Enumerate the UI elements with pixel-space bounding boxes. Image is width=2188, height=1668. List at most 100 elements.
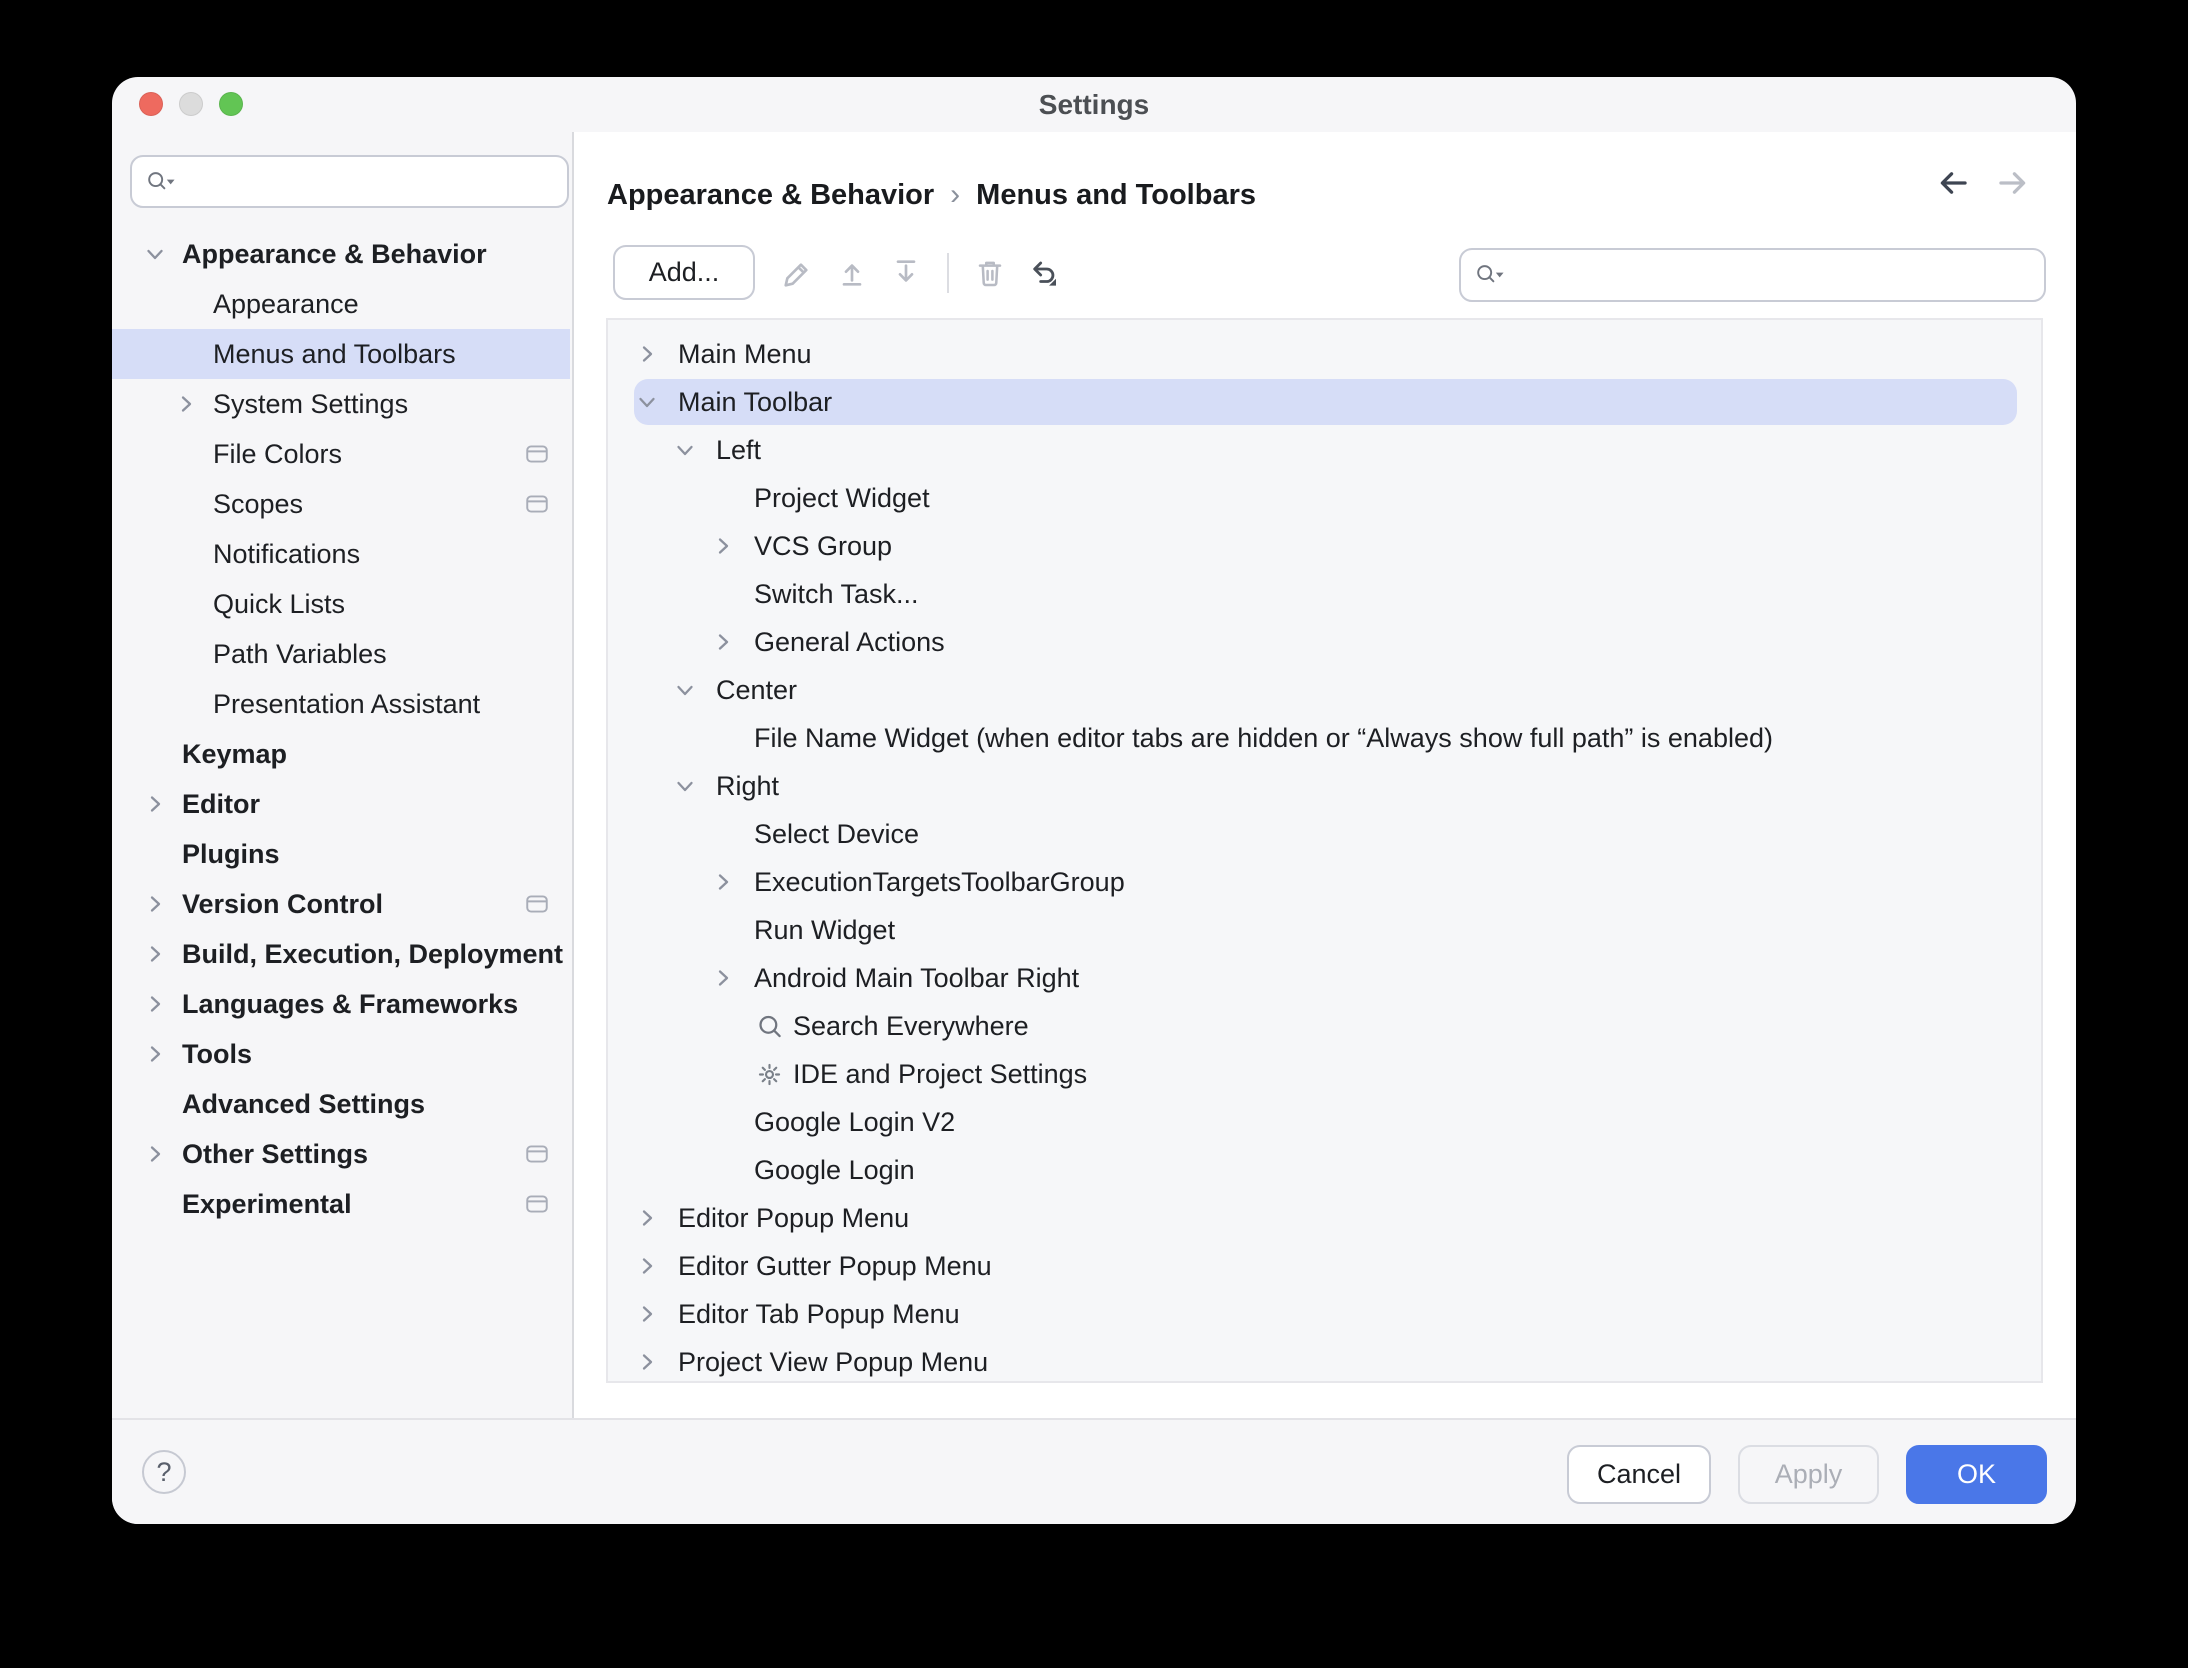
sidebar-item-notifications[interactable]: Notifications [112,529,570,579]
tree-row-project-widget[interactable]: Project Widget [608,474,2041,522]
chevron-right-icon[interactable] [140,942,170,966]
tree-row-general-actions[interactable]: General Actions [608,618,2041,666]
apply-button: Apply [1738,1445,1879,1504]
chevron-right-icon[interactable] [140,1042,170,1066]
breadcrumb-parent[interactable]: Appearance & Behavior [607,179,934,212]
edit-icon [781,256,815,290]
chevron-down-icon[interactable] [632,390,662,414]
project-window-icon [524,1191,550,1217]
chevron-right-icon[interactable] [140,992,170,1016]
chevron-down-icon[interactable] [140,242,170,266]
tree-row-switch-task[interactable]: Switch Task... [608,570,2041,618]
sidebar-item-tools[interactable]: Tools [112,1029,570,1079]
sidebar-item-appearance[interactable]: Appearance [112,279,570,329]
sidebar-item-build-execution-deployment[interactable]: Build, Execution, Deployment [112,929,570,979]
chevron-right-icon[interactable] [708,966,738,990]
sidebar-item-other-settings[interactable]: Other Settings [112,1129,570,1179]
tree-row-editor-gutter-popup-menu[interactable]: Editor Gutter Popup Menu [608,1242,2041,1290]
title-bar: Settings [112,77,2076,132]
sidebar-item-scopes[interactable]: Scopes [112,479,570,529]
menus-toolbars-tree: Main Menu Main Toolbar Left Project Widg… [606,318,2043,1383]
tree-row-vcs-group[interactable]: VCS Group [608,522,2041,570]
help-button[interactable]: ? [142,1450,186,1494]
sidebar-item-plugins[interactable]: Plugins [112,829,570,879]
gear-icon [756,1061,783,1088]
project-window-icon [524,491,550,517]
tree-row-right[interactable]: Right [608,762,2041,810]
sidebar-item-system-settings[interactable]: System Settings [112,379,570,429]
tree-row-editor-tab-popup-menu[interactable]: Editor Tab Popup Menu [608,1290,2041,1338]
main-panel: Appearance & Behavior › Menus and Toolba… [574,132,2076,1418]
chevron-right-icon[interactable] [708,534,738,558]
history-navigation [1936,166,2030,200]
chevron-right-icon[interactable] [708,870,738,894]
actions-search-input[interactable] [1515,260,2030,291]
chevron-right-icon[interactable] [632,1254,662,1278]
tree-row-google-login[interactable]: Google Login [608,1146,2041,1194]
back-arrow-icon[interactable] [1936,166,1970,200]
search-icon [146,169,176,195]
move-up-icon [835,256,869,290]
sidebar-item-appearance-behavior[interactable]: Appearance & Behavior [112,229,570,279]
forward-arrow-icon [1996,166,2030,200]
tree-row-file-name-widget[interactable]: File Name Widget (when editor tabs are h… [608,714,2041,762]
sidebar-item-keymap[interactable]: Keymap [112,729,570,779]
move-down-icon [889,256,923,290]
settings-window: Settings Appearance & Behavior Appearanc… [112,77,2076,1524]
sidebar-item-path-variables[interactable]: Path Variables [112,629,570,679]
sidebar-item-experimental[interactable]: Experimental [112,1179,570,1229]
sidebar-item-menus-and-toolbars[interactable]: Menus and Toolbars [112,329,570,379]
tree-row-ide-project-settings[interactable]: IDE and Project Settings [608,1050,2041,1098]
tree-row-main-toolbar[interactable]: Main Toolbar [608,378,2041,426]
chevron-down-icon[interactable] [670,438,700,462]
project-window-icon [524,441,550,467]
sidebar-item-advanced-settings[interactable]: Advanced Settings [112,1079,570,1129]
sidebar-tree: Appearance & Behavior Appearance Menus a… [112,229,570,1229]
breadcrumb-current: Menus and Toolbars [976,179,1256,212]
chevron-right-icon[interactable] [632,1206,662,1230]
ok-button[interactable]: OK [1906,1445,2047,1504]
sidebar-item-version-control[interactable]: Version Control [112,879,570,929]
settings-sidebar: Appearance & Behavior Appearance Menus a… [112,132,574,1418]
tree-row-main-menu[interactable]: Main Menu [608,330,2041,378]
sidebar-search-input[interactable] [186,166,553,197]
actions-search-field[interactable] [1459,248,2046,302]
cancel-button[interactable]: Cancel [1567,1445,1711,1504]
sidebar-item-file-colors[interactable]: File Colors [112,429,570,479]
window-title: Settings [112,77,2076,132]
chevron-right-icon[interactable] [632,1302,662,1326]
tree-row-project-view-popup-menu[interactable]: Project View Popup Menu [608,1338,2041,1383]
delete-icon [973,256,1007,290]
chevron-right-icon[interactable] [632,342,662,366]
tree-row-center[interactable]: Center [608,666,2041,714]
add-button[interactable]: Add... [613,245,755,300]
chevron-right-icon[interactable] [140,792,170,816]
sidebar-item-editor[interactable]: Editor [112,779,570,829]
tree-row-google-login-v2[interactable]: Google Login V2 [608,1098,2041,1146]
tree-row-search-everywhere[interactable]: Search Everywhere [608,1002,2041,1050]
toolbar-separator [947,253,949,293]
tree-row-left[interactable]: Left [608,426,2041,474]
dialog-footer: ? Cancel Apply OK [112,1418,2076,1524]
chevron-right-icon[interactable] [708,630,738,654]
search-icon [1475,262,1505,288]
project-window-icon [524,1141,550,1167]
chevron-down-icon[interactable] [670,774,700,798]
tree-row-run-widget[interactable]: Run Widget [608,906,2041,954]
tree-row-select-device[interactable]: Select Device [608,810,2041,858]
tree-row-android-main-toolbar-right[interactable]: Android Main Toolbar Right [608,954,2041,1002]
chevron-right-icon[interactable] [140,1142,170,1166]
tree-row-execution-targets-toolbar-group[interactable]: ExecutionTargetsToolbarGroup [608,858,2041,906]
chevron-right-icon[interactable] [171,392,201,416]
breadcrumb-separator-icon: › [950,178,960,212]
sidebar-item-languages-frameworks[interactable]: Languages & Frameworks [112,979,570,1029]
chevron-down-icon[interactable] [670,678,700,702]
chevron-right-icon[interactable] [140,892,170,916]
sidebar-item-presentation-assistant[interactable]: Presentation Assistant [112,679,570,729]
revert-icon[interactable] [1027,256,1061,290]
chevron-right-icon[interactable] [632,1350,662,1374]
tree-row-editor-popup-menu[interactable]: Editor Popup Menu [608,1194,2041,1242]
project-window-icon [524,891,550,917]
sidebar-item-quick-lists[interactable]: Quick Lists [112,579,570,629]
sidebar-search-field[interactable] [130,155,569,208]
